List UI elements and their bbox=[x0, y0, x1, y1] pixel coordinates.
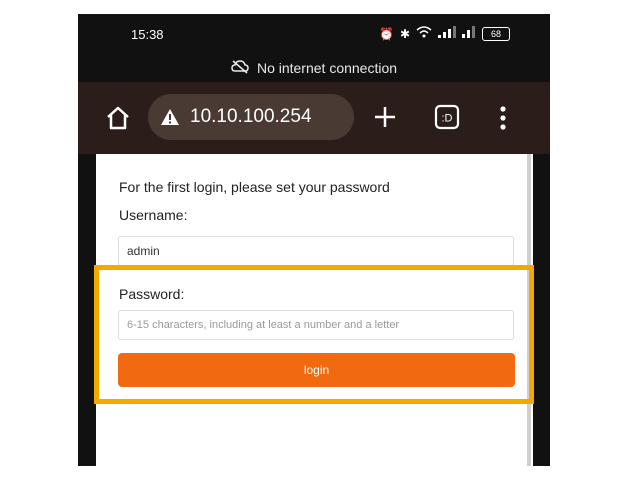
url-bar[interactable]: 10.10.100.254 bbox=[148, 94, 354, 140]
tabs-icon[interactable]: :D bbox=[434, 104, 460, 130]
status-icons: ⏰ ✱ 68 bbox=[379, 26, 510, 41]
url-text[interactable]: 10.10.100.254 bbox=[190, 106, 312, 128]
network-banner: No internet connection bbox=[78, 56, 550, 80]
password-label: Password: bbox=[119, 286, 185, 302]
login-button[interactable]: login bbox=[118, 353, 515, 387]
password-input[interactable] bbox=[118, 310, 514, 340]
status-bar: 15:38 ⏰ ✱ 68 bbox=[78, 14, 550, 54]
warning-icon[interactable] bbox=[160, 108, 180, 126]
tabs-icon-text: :D bbox=[442, 113, 453, 125]
new-tab-icon[interactable] bbox=[370, 102, 400, 132]
signal-icon-2 bbox=[462, 26, 476, 41]
wifi-icon bbox=[416, 26, 432, 41]
login-page: For the first login, please set your pas… bbox=[96, 154, 533, 466]
no-cloud-icon bbox=[231, 59, 249, 77]
home-icon[interactable] bbox=[104, 104, 132, 132]
battery-icon: 68 bbox=[482, 26, 510, 41]
page-scrollbar[interactable] bbox=[527, 154, 531, 466]
login-intro: For the first login, please set your pas… bbox=[119, 179, 390, 195]
status-time: 15:38 bbox=[131, 27, 164, 42]
signal-icon bbox=[438, 26, 456, 41]
username-input[interactable] bbox=[118, 236, 514, 266]
alarm-icon: ⏰ bbox=[378, 26, 394, 41]
bluetooth-icon: ✱ bbox=[399, 26, 410, 41]
overflow-menu-icon[interactable] bbox=[496, 104, 510, 132]
phone-screen: 15:38 ⏰ ✱ 68 No internet connection 10.1… bbox=[78, 14, 550, 466]
network-banner-text: No internet connection bbox=[256, 60, 398, 76]
browser-toolbar: 10.10.100.254 :D bbox=[78, 82, 550, 154]
username-label: Username: bbox=[119, 207, 188, 223]
